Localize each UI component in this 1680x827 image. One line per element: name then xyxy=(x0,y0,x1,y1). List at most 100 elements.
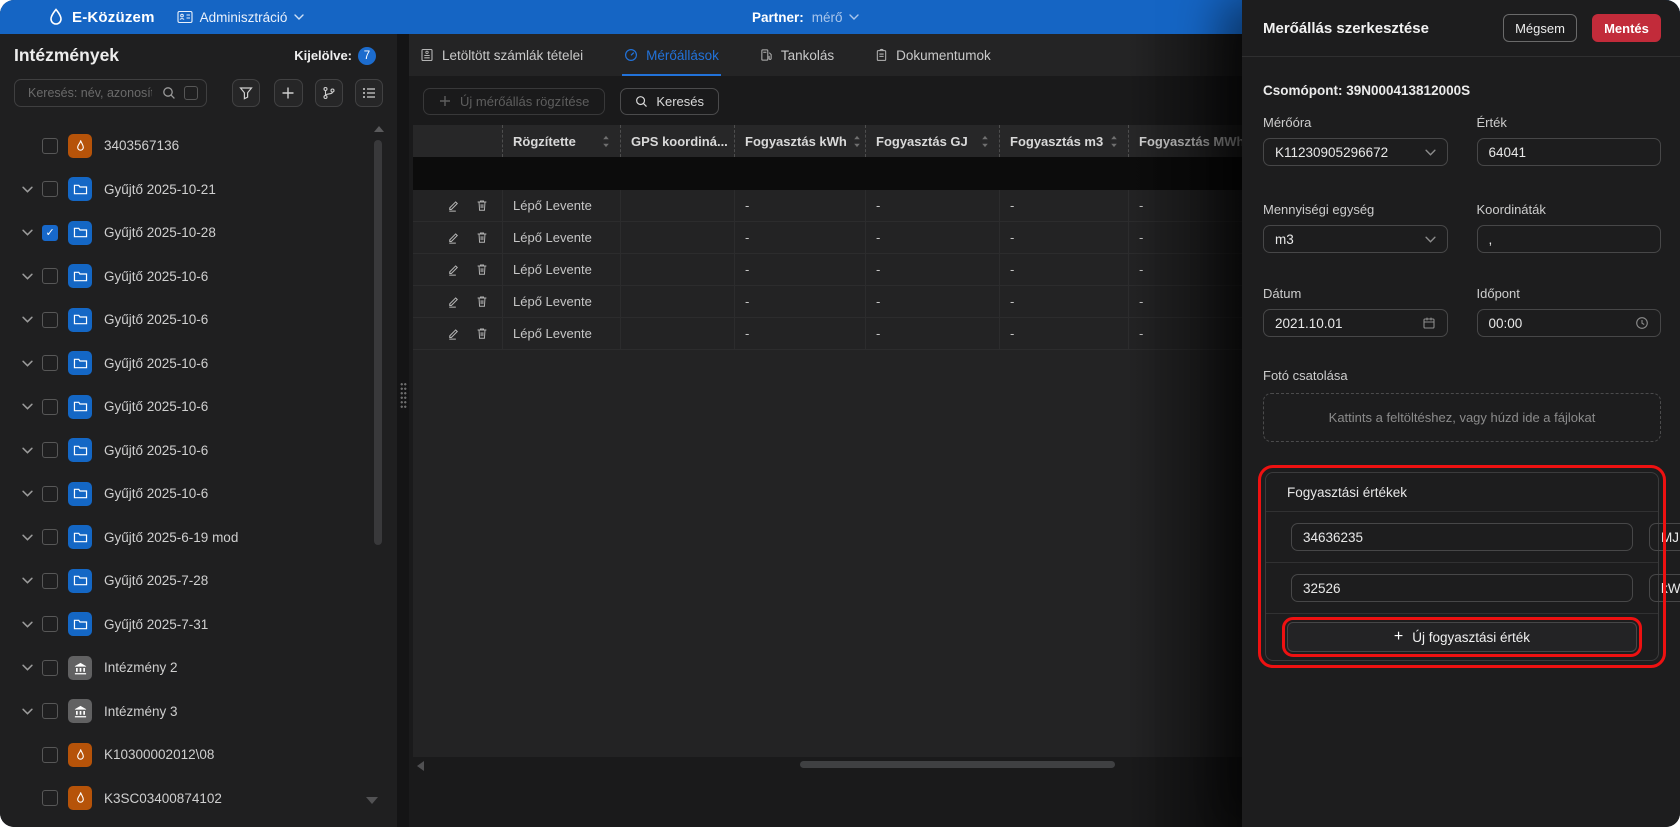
chevron-down-icon[interactable] xyxy=(22,360,33,367)
tab-m-r-ll-sok[interactable]: Mérőállások xyxy=(622,34,721,76)
tree-item-checkbox[interactable] xyxy=(42,312,58,328)
chevron-down-icon[interactable] xyxy=(22,664,33,671)
tree-item-checkbox[interactable] xyxy=(42,268,58,284)
table-row[interactable]: Lépő Levente---- xyxy=(413,222,1242,254)
tree-structure-button[interactable] xyxy=(315,79,343,107)
tree-item[interactable]: Gyűjtő 2025-10-6 xyxy=(0,298,397,342)
tree-item-checkbox[interactable] xyxy=(42,181,58,197)
consumption-unit-select[interactable]: kWh xyxy=(1649,574,1680,602)
delete-row-icon[interactable] xyxy=(475,230,489,245)
tree-item[interactable]: 3403567136 xyxy=(0,124,397,168)
tree-item-checkbox[interactable] xyxy=(42,616,58,632)
tree-item[interactable]: Gyűjtő 2025-10-6 xyxy=(0,385,397,429)
delete-row-icon[interactable] xyxy=(475,262,489,277)
search-icon[interactable] xyxy=(162,86,176,100)
table-row[interactable]: Lépő Levente---- xyxy=(413,286,1242,318)
tree-item-checkbox[interactable] xyxy=(42,399,58,415)
horizontal-scrollbar-thumb[interactable] xyxy=(800,761,1115,768)
panel-splitter[interactable] xyxy=(397,34,409,827)
tab-let-lt-tt-sz-ml-k-t-telei[interactable]: Letöltött számlák tételei xyxy=(418,34,585,76)
tab-dokumentumok[interactable]: Dokumentumok xyxy=(873,34,993,76)
value-input[interactable] xyxy=(1477,138,1662,166)
sort-icon[interactable] xyxy=(847,135,861,148)
chevron-down-icon[interactable] xyxy=(22,577,33,584)
tree-item[interactable]: Gyűjtő 2025-10-6 xyxy=(0,472,397,516)
sidebar-scrollbar-thumb[interactable] xyxy=(374,140,382,545)
list-view-button[interactable] xyxy=(355,79,383,107)
column-header[interactable]: Fogyasztás MWh xyxy=(1128,125,1242,157)
consumption-unit-select[interactable]: MJ xyxy=(1649,523,1680,551)
scroll-down-arrow-icon[interactable] xyxy=(366,797,378,804)
date-picker[interactable]: 2021.10.01 xyxy=(1263,309,1448,337)
sidebar-search-input[interactable] xyxy=(26,85,154,101)
chevron-down-icon[interactable] xyxy=(22,316,33,323)
brand[interactable]: E-Közüzem xyxy=(48,8,155,26)
save-button[interactable]: Mentés xyxy=(1592,14,1661,42)
partner-selector[interactable]: Partner: mérő xyxy=(752,0,859,34)
edit-row-icon[interactable] xyxy=(446,294,461,309)
edit-row-icon[interactable] xyxy=(446,326,461,341)
empty-selected-row[interactable] xyxy=(413,157,1242,190)
filter-button[interactable] xyxy=(232,79,260,107)
tree-item[interactable]: Gyűjtő 2025-10-21 xyxy=(0,168,397,212)
search-exact-checkbox[interactable] xyxy=(184,86,198,100)
tree-item-checkbox[interactable] xyxy=(42,225,58,241)
table-search-button[interactable]: Keresés xyxy=(620,88,719,115)
delete-row-icon[interactable] xyxy=(475,326,489,341)
chevron-down-icon[interactable] xyxy=(22,534,33,541)
chevron-down-icon[interactable] xyxy=(22,403,33,410)
tree-item-checkbox[interactable] xyxy=(42,486,58,502)
table-row[interactable]: Lépő Levente---- xyxy=(413,318,1242,350)
chevron-down-icon[interactable] xyxy=(22,186,33,193)
delete-row-icon[interactable] xyxy=(475,198,489,213)
column-header[interactable]: Fogyasztás m3 xyxy=(999,125,1128,157)
tree-item[interactable]: Gyűjtő 2025-7-28 xyxy=(0,559,397,603)
table-row[interactable]: Lépő Levente---- xyxy=(413,254,1242,286)
unit-select[interactable]: m3 xyxy=(1263,225,1448,253)
chevron-down-icon[interactable] xyxy=(22,621,33,628)
table-row[interactable]: Lépő Levente---- xyxy=(413,190,1242,222)
file-dropzone[interactable]: Kattints a feltöltéshez, vagy húzd ide a… xyxy=(1263,393,1661,442)
chevron-down-icon[interactable] xyxy=(22,490,33,497)
tree-item-checkbox[interactable] xyxy=(42,138,58,154)
tree-item[interactable]: Gyűjtő 2025-7-31 xyxy=(0,603,397,647)
chevron-down-icon[interactable] xyxy=(22,229,33,236)
tree-item-checkbox[interactable] xyxy=(42,660,58,676)
tree-item[interactable]: Intézmény 2 xyxy=(0,646,397,690)
tree-item[interactable]: Intézmény 3 xyxy=(0,690,397,734)
scroll-left-arrow-icon[interactable] xyxy=(417,761,424,771)
tree-item[interactable]: K3SC03400874102 xyxy=(0,777,397,821)
tree-item-checkbox[interactable] xyxy=(42,790,58,806)
add-button[interactable] xyxy=(274,79,302,107)
column-header[interactable]: GPS koordiná... xyxy=(620,125,734,157)
tree-item[interactable]: Gyűjtő 2025-10-6 xyxy=(0,429,397,473)
tree-item-checkbox[interactable] xyxy=(42,703,58,719)
time-picker[interactable]: 00:00 xyxy=(1477,309,1662,337)
sort-icon[interactable] xyxy=(975,135,989,148)
tree-item[interactable]: Gyűjtő 2025-10-6 xyxy=(0,255,397,299)
edit-row-icon[interactable] xyxy=(446,262,461,277)
tree-item[interactable]: Gyűjtő 2025-6-19 mod xyxy=(0,516,397,560)
chevron-down-icon[interactable] xyxy=(22,447,33,454)
edit-row-icon[interactable] xyxy=(446,230,461,245)
tree-item-checkbox[interactable] xyxy=(42,529,58,545)
tree-item-checkbox[interactable] xyxy=(42,355,58,371)
tree-item[interactable]: Gyűjtő 2025-10-28 xyxy=(0,211,397,255)
tree-item[interactable]: Gyűjtő 2025-10-6 xyxy=(0,342,397,386)
tree-item-checkbox[interactable] xyxy=(42,747,58,763)
tree-item-checkbox[interactable] xyxy=(42,573,58,589)
sort-icon[interactable] xyxy=(1104,135,1118,148)
sort-icon[interactable] xyxy=(596,135,610,148)
tree-item[interactable]: K10300002012\08 xyxy=(0,733,397,777)
add-consumption-value-button[interactable]: + Új fogyasztási érték xyxy=(1287,622,1637,652)
consumption-value-input[interactable] xyxy=(1291,523,1633,551)
consumption-value-input[interactable] xyxy=(1291,574,1633,602)
coordinates-input[interactable] xyxy=(1477,225,1662,253)
admin-menu[interactable]: Adminisztráció xyxy=(177,10,305,25)
new-reading-button[interactable]: Új mérőállás rögzítése xyxy=(423,88,605,115)
chevron-down-icon[interactable] xyxy=(22,708,33,715)
column-header[interactable]: Fogyasztás kWh xyxy=(734,125,865,157)
scroll-up-arrow-icon[interactable] xyxy=(374,126,384,132)
meter-select[interactable]: K11230905296672 xyxy=(1263,138,1448,166)
tree-item-checkbox[interactable] xyxy=(42,442,58,458)
